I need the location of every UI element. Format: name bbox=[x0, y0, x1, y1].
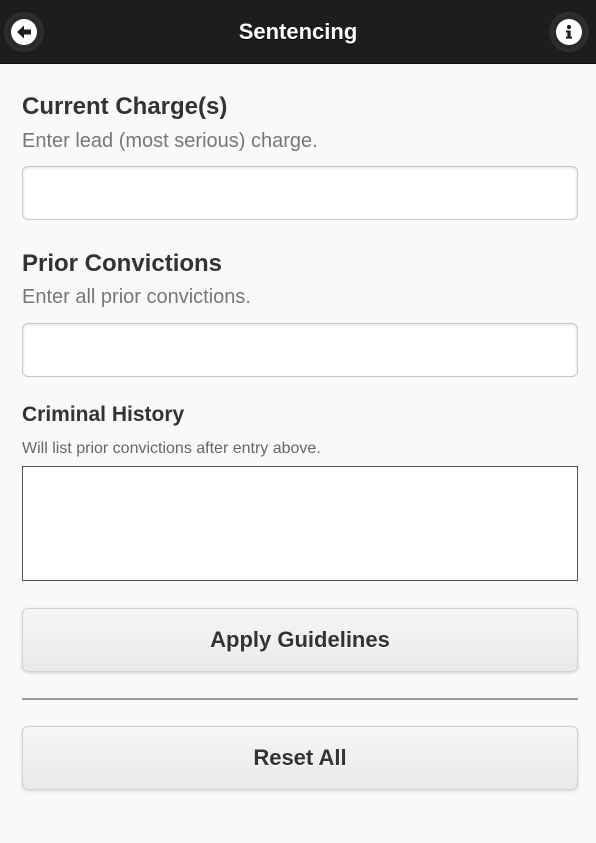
criminal-history-subtitle: Will list prior convictions after entry … bbox=[22, 440, 321, 457]
criminal-history-textarea[interactable] bbox=[22, 466, 578, 581]
current-charges-title: Current Charge(s) bbox=[22, 93, 228, 120]
page-title: Sentencing bbox=[238, 19, 358, 44]
reset-all-button[interactable]: Reset All bbox=[22, 726, 578, 790]
prior-convictions-subtitle: Enter all prior convictions. bbox=[22, 286, 251, 308]
info-button[interactable] bbox=[552, 15, 586, 49]
header-bar: Sentencing bbox=[0, 0, 596, 64]
current-charges-subtitle: Enter lead (most serious) charge. bbox=[22, 130, 318, 152]
divider bbox=[22, 698, 578, 700]
criminal-history-title: Criminal History bbox=[22, 403, 185, 426]
info-icon bbox=[556, 19, 582, 45]
prior-convictions-title: Prior Convictions bbox=[22, 250, 223, 277]
current-charges-input[interactable] bbox=[22, 166, 578, 220]
prior-convictions-input[interactable] bbox=[22, 323, 578, 377]
apply-guidelines-button[interactable]: Apply Guidelines bbox=[22, 608, 578, 672]
